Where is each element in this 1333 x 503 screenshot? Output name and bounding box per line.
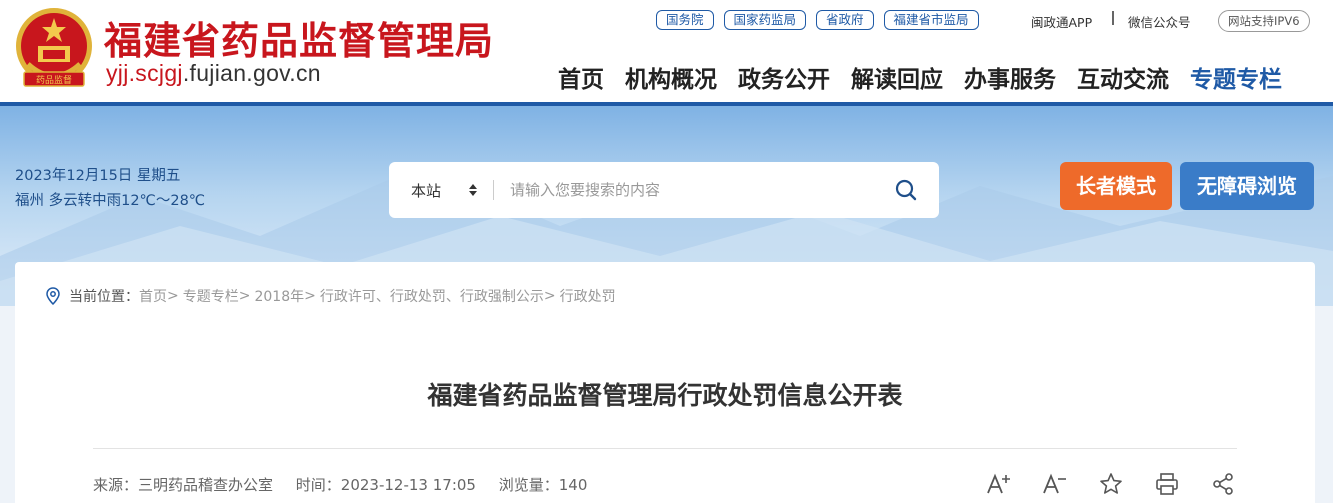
link-market-supervision[interactable]: 福建省市监局 — [883, 10, 979, 30]
updown-arrow-icon[interactable] — [469, 182, 477, 198]
nav-about[interactable]: 机构概况 — [625, 60, 717, 94]
emblem-logo-icon[interactable]: 药品监督 — [14, 6, 94, 92]
emblem-text: 药品监督 — [36, 74, 72, 86]
main-nav: 首页 机构概况 政务公开 解读回应 办事服务 互动交流 专题专栏 — [558, 60, 1282, 94]
breadcrumb-penalty[interactable]: 行政处罚 — [560, 286, 616, 306]
divider — [1112, 11, 1114, 25]
domain-suffix: .fujian.gov.cn — [182, 60, 321, 86]
search-input[interactable] — [510, 176, 870, 204]
article-time: 时间：2023-12-13 17:05 — [295, 476, 476, 494]
star-icon[interactable] — [1097, 470, 1125, 498]
title-divider — [93, 448, 1237, 449]
breadcrumb-disclosure[interactable]: 行政许可、行政处罚、行政强制公示 — [320, 286, 544, 306]
current-date: 2023年12月15日 星期五 — [15, 168, 181, 184]
print-icon[interactable] — [1153, 470, 1181, 498]
article-source: 来源：三明药品稽查办公室 — [93, 476, 274, 494]
search-box: 本站 — [389, 162, 939, 218]
elder-mode-button[interactable]: 长者模式 — [1060, 162, 1172, 210]
breadcrumb-separator: > — [304, 288, 316, 304]
font-decrease-icon[interactable] — [1041, 470, 1069, 498]
link-state-council[interactable]: 国务院 — [656, 10, 714, 30]
link-province-gov[interactable]: 省政府 — [816, 10, 874, 30]
nav-interpretation[interactable]: 解读回应 — [851, 60, 943, 94]
link-nmpa[interactable]: 国家药监局 — [723, 10, 807, 30]
search-scope-select[interactable]: 本站 — [411, 180, 441, 201]
nav-home[interactable]: 首页 — [558, 60, 604, 94]
site-domain: yjj.scjgj.fujian.gov.cn — [106, 60, 321, 87]
date-weather: 2023年12月15日 星期五 福州 多云转中雨12℃～28℃ — [15, 164, 205, 214]
breadcrumb: 当前位置： 首页 > 专题专栏 > 2018年 > 行政许可、行政处罚、行政强制公示 >… — [45, 286, 616, 306]
search-divider — [493, 180, 494, 200]
nav-interaction[interactable]: 互动交流 — [1077, 60, 1169, 94]
breadcrumb-2018[interactable]: 2018年 — [254, 286, 304, 306]
domain-prefix: yjj.scjgj — [106, 60, 183, 86]
link-minzhengtong-app[interactable]: 闽政通APP — [1031, 12, 1092, 31]
breadcrumb-separator: > — [238, 288, 251, 304]
link-wechat[interactable]: 微信公众号 — [1128, 12, 1191, 31]
weather: 福州 多云转中雨12℃～28℃ — [15, 193, 206, 209]
article-meta: 来源：三明药品稽查办公室 时间：2023-12-13 17:05 浏览量：140 — [93, 474, 605, 495]
share-icon[interactable] — [1209, 470, 1237, 498]
nav-special-topics[interactable]: 专题专栏 — [1190, 60, 1282, 94]
site-header: 药品监督 福建省药品监督管理局 yjj.scjgj.fujian.gov.cn … — [0, 0, 1333, 106]
breadcrumb-separator: > — [167, 288, 179, 304]
article-tools — [985, 470, 1237, 498]
site-title[interactable]: 福建省药品监督管理局 — [104, 10, 494, 65]
article-title: 福建省药品监督管理局行政处罚信息公开表 — [427, 381, 903, 410]
breadcrumb-label: 当前位置： — [69, 289, 139, 305]
breadcrumb-special-topics[interactable]: 专题专栏 — [183, 286, 239, 306]
breadcrumb-home[interactable]: 首页 — [139, 286, 167, 306]
nav-gov-affairs[interactable]: 政务公开 — [738, 60, 830, 94]
font-increase-icon[interactable] — [985, 470, 1013, 498]
breadcrumb-separator: > — [543, 288, 556, 304]
ipv6-badge: 网站支持IPV6 — [1218, 10, 1310, 32]
content-card: 当前位置： 首页 > 专题专栏 > 2018年 > 行政许可、行政处罚、行政强制公示 >… — [15, 262, 1315, 503]
accessibility-button[interactable]: 无障碍浏览 — [1180, 162, 1314, 210]
top-links: 国务院 国家药监局 省政府 福建省市监局 — [656, 10, 989, 30]
location-pin-icon — [46, 287, 60, 305]
nav-services[interactable]: 办事服务 — [964, 60, 1056, 94]
article-views: 浏览量：140 — [498, 476, 588, 494]
search-icon[interactable] — [894, 178, 918, 202]
